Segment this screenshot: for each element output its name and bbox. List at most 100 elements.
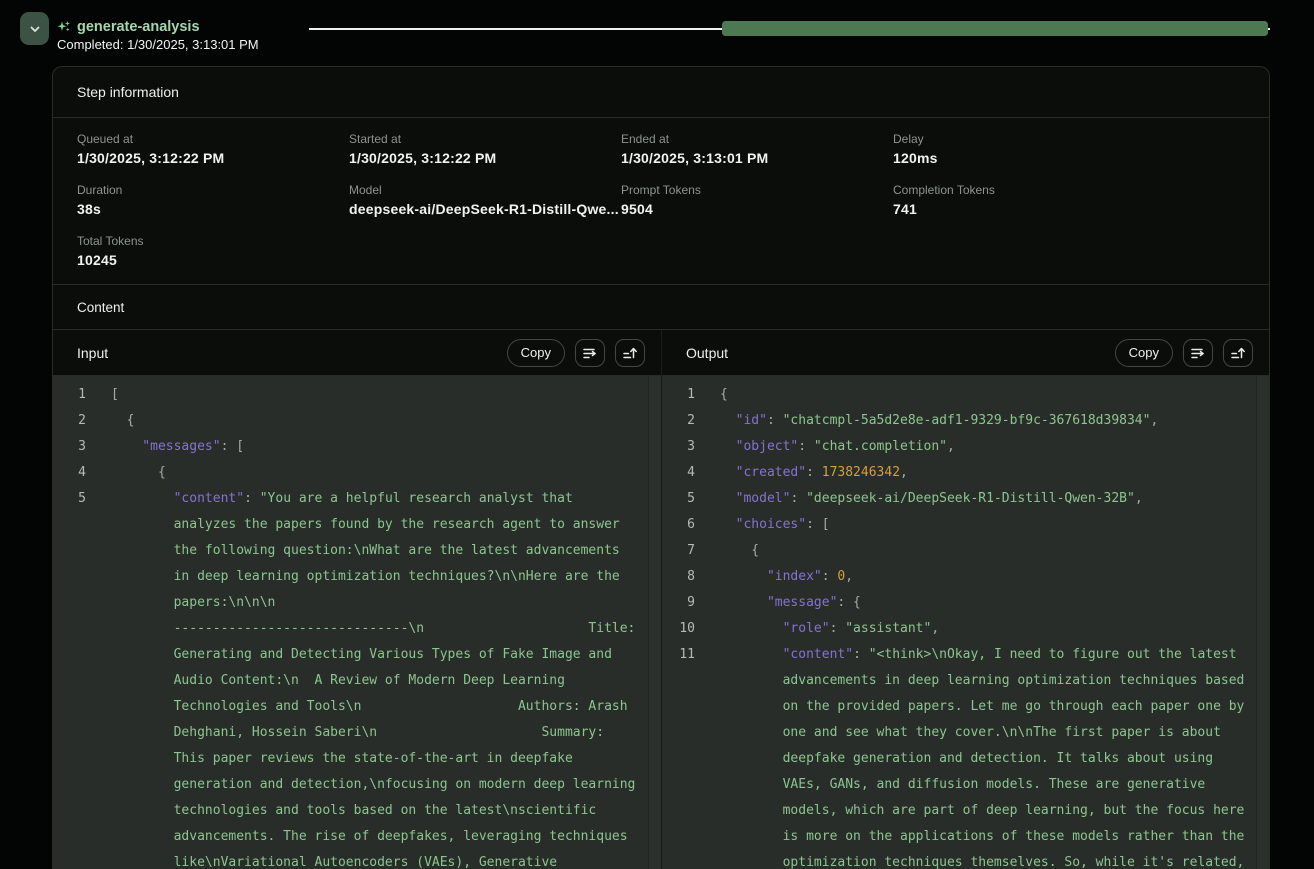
step-field-label: Total Tokens [77,234,349,248]
step-field: Total Tokens 10245 [77,234,349,268]
step-title: generate-analysis [77,19,200,35]
code-line: ------------------------------\n Title: … [53,616,661,869]
line-number: 3 [662,434,710,460]
step-field: Queued at 1/30/2025, 3:12:22 PM [77,132,349,166]
input-section-header: Input Copy [53,330,661,376]
line-content: "messages": [ [101,434,604,460]
content-header: Content [53,284,1269,330]
line-content: "id": "chatcmpl-5a5d2e8e-adf1-9329-bf9c-… [710,408,1197,434]
step-field-value: 38s [77,201,349,217]
output-title: Output [686,345,1105,361]
code-line: 2"id": "chatcmpl-5a5d2e8e-adf1-9329-bf9c… [662,408,1269,434]
step-field: Prompt Tokens 9504 [621,183,893,217]
line-number: 11 [662,642,710,869]
step-field: Delay 120ms [893,132,1245,166]
step-field: Duration 38s [77,183,349,217]
input-expand-button[interactable] [615,339,645,367]
line-number: 5 [662,486,710,512]
line-content: "message": { [710,590,1229,616]
step-field-value: 1/30/2025, 3:13:01 PM [621,150,893,166]
output-code-editor[interactable]: 1{2"id": "chatcmpl-5a5d2e8e-adf1-9329-bf… [662,376,1269,869]
step-field-label: Queued at [77,132,349,146]
code-line: 4"created": 1738246342, [662,460,1269,486]
output-wrap-text-button[interactable] [1183,339,1213,367]
output-section-header: Output Copy [662,330,1269,376]
sort-ascending-icon [1229,344,1247,362]
line-content: "model": "deepseek-ai/DeepSeek-R1-Distil… [710,486,1197,512]
line-content: { [101,408,588,434]
step-field-value: 741 [893,201,1245,217]
code-line: 9"message": { [662,590,1269,616]
step-field-label: Started at [349,132,621,146]
step-field-value: deepseek-ai/DeepSeek-R1-Distill-Qwe... [349,201,621,217]
line-number: 10 [662,616,710,642]
wrap-text-icon [581,344,599,362]
line-number: 5 [53,486,101,616]
step-field-value: 1/30/2025, 3:12:22 PM [349,150,621,166]
line-content: "choices": [ [710,512,1197,538]
timeline-span-bar[interactable] [722,21,1268,36]
input-output-split: Input Copy [53,330,1269,869]
step-information-title: Step information [77,84,179,100]
input-copy-button[interactable]: Copy [507,339,565,367]
completed-timestamp: Completed: 1/30/2025, 3:13:01 PM [57,37,259,52]
code-line: 1[ [53,382,661,408]
sort-ascending-icon [621,344,639,362]
line-number: 7 [662,538,710,564]
line-number: 3 [53,434,101,460]
output-copy-button[interactable]: Copy [1115,339,1173,367]
step-field-label: Prompt Tokens [621,183,893,197]
line-number: 8 [662,564,710,590]
line-number [53,616,101,869]
code-line: 10"role": "assistant", [662,616,1269,642]
line-content: "object": "chat.completion", [710,434,1197,460]
output-section: Output Copy [662,330,1269,869]
step-field-label: Duration [77,183,349,197]
step-detail-panel: Step information Queued at1/30/2025, 3:1… [52,66,1270,869]
step-field-value: 120ms [893,150,1245,166]
step-field: Model deepseek-ai/DeepSeek-R1-Distill-Qwe… [349,183,621,217]
line-number: 1 [662,382,710,408]
code-line: 8"index": 0, [662,564,1269,590]
line-content: "index": 0, [710,564,1229,590]
line-content: "created": 1738246342, [710,460,1197,486]
code-line: 7{ [662,538,1269,564]
step-information-header: Step information [53,67,1269,118]
step-field-value: 9504 [621,201,893,217]
code-line: 2{ [53,408,661,434]
code-line: 11"content": "<think>\nOkay, I need to f… [662,642,1269,869]
code-line: 1{ [662,382,1269,408]
chevron-down-icon [27,21,43,37]
output-expand-button[interactable] [1223,339,1253,367]
step-field-label: Ended at [621,132,893,146]
line-content: { [710,382,1182,408]
step-field-value: 10245 [77,252,349,268]
content-title: Content [77,300,124,315]
input-title: Input [77,345,497,361]
step-field-label: Model [349,183,621,197]
line-number: 2 [662,408,710,434]
line-content: { [101,460,620,486]
step-field-label: Delay [893,132,1245,146]
line-content: "content": "You are a helpful research a… [101,486,635,616]
line-number: 2 [53,408,101,434]
line-content: "content": "<think>\nOkay, I need to fig… [710,642,1244,869]
line-number: 6 [662,512,710,538]
code-line: 3"messages": [ [53,434,661,460]
step-info-grid: Queued at1/30/2025, 3:12:22 PMStarted at… [53,118,1269,284]
collapse-step-button[interactable] [20,12,49,45]
line-number: 4 [662,460,710,486]
line-number: 1 [53,382,101,408]
step-field: Ended at 1/30/2025, 3:13:01 PM [621,132,893,166]
step-field-value: 1/30/2025, 3:12:22 PM [77,150,349,166]
line-content: [ [101,382,573,408]
input-scrollbar[interactable] [648,376,661,869]
output-scrollbar[interactable] [1256,376,1269,869]
input-section: Input Copy [53,330,662,869]
line-number: 9 [662,590,710,616]
step-field-label: Completion Tokens [893,183,1245,197]
input-code-editor[interactable]: 1[2{3"messages": [4{5"content": "You are… [53,376,661,869]
code-line: 6"choices": [ [662,512,1269,538]
input-wrap-text-button[interactable] [575,339,605,367]
code-line: 5"content": "You are a helpful research … [53,486,661,616]
